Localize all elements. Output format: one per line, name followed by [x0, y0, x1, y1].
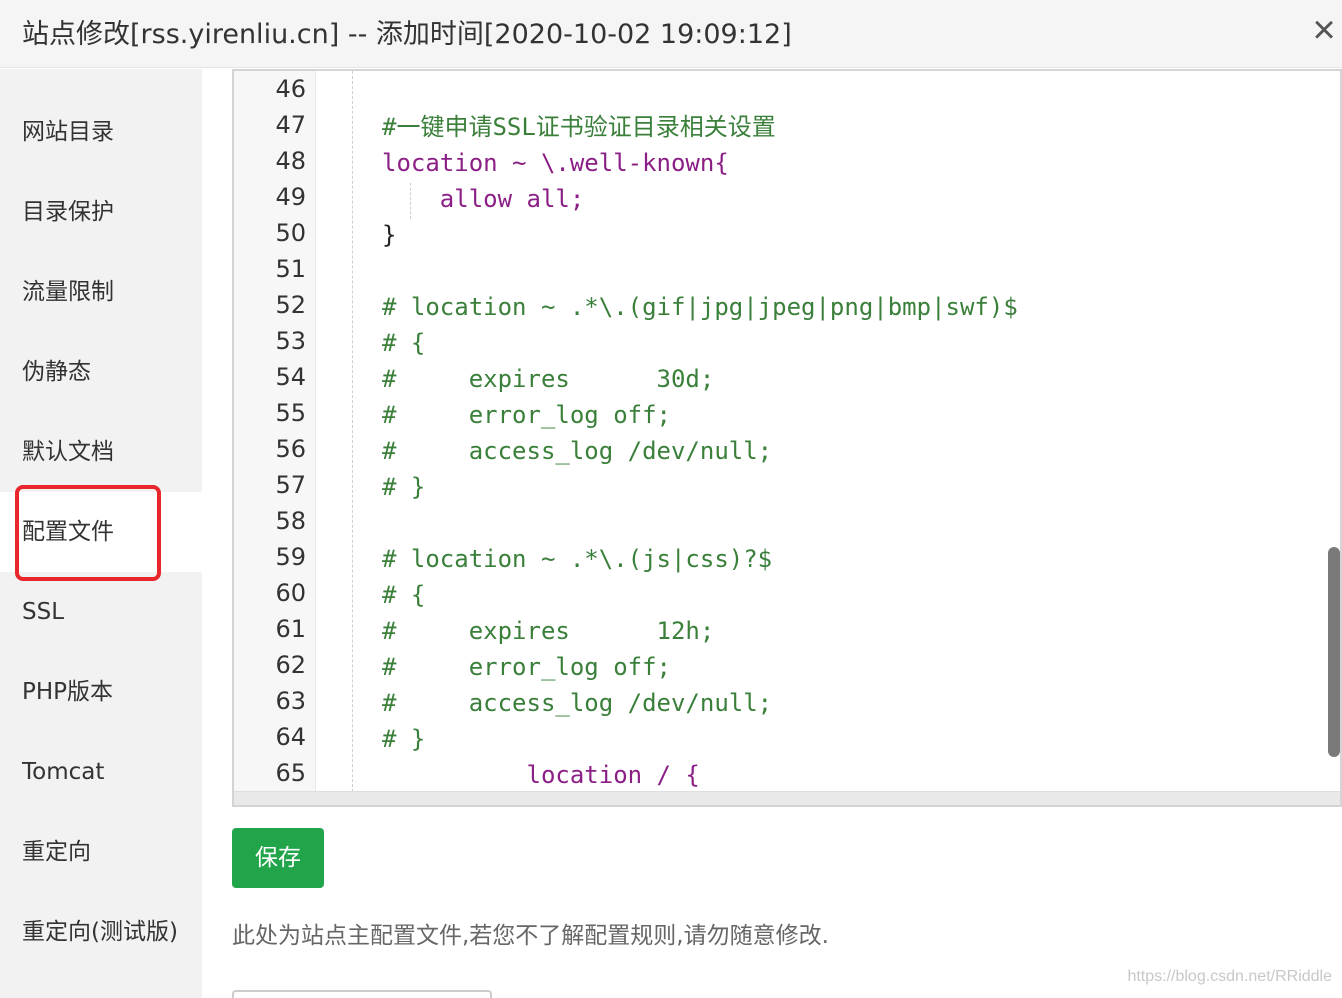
sidebar-item-redirect[interactable]: 重定向 [0, 812, 202, 892]
code-line: # { [382, 329, 426, 357]
code-line: # access_log /dev/null; [382, 689, 773, 717]
dialog-title: 站点修改[rss.yirenliu.cn] -- 添加时间[2020-10-02… [22, 19, 792, 50]
line-number: 62 [275, 651, 306, 679]
vertical-scrollbar-thumb[interactable] [1328, 547, 1340, 757]
sidebar-item-redirect-beta[interactable]: 重定向(测试版) [0, 892, 202, 972]
code-line: # access_log /dev/null; [382, 437, 773, 465]
code-line: # error_log off; [382, 401, 671, 429]
sidebar-item-ssl[interactable]: SSL [0, 572, 202, 652]
line-number: 52 [275, 291, 306, 319]
bottom-partial-box [232, 990, 492, 998]
code-line: allow all; [382, 185, 585, 213]
line-number: 63 [275, 687, 306, 715]
line-number: 58 [275, 507, 306, 535]
line-number: 55 [275, 399, 306, 427]
highlight-annotation [15, 485, 161, 581]
dialog-titlebar: 站点修改[rss.yirenliu.cn] -- 添加时间[2020-10-02… [0, 0, 1342, 68]
line-number: 65 [275, 759, 306, 787]
line-number: 59 [275, 543, 306, 571]
line-number: 64 [275, 723, 306, 751]
sidebar-item-php-version[interactable]: PHP版本 [0, 652, 202, 732]
close-icon[interactable]: × [1306, 8, 1342, 52]
code-line: # { [382, 581, 426, 609]
config-warning-text: 此处为站点主配置文件,若您不了解配置规则,请勿随意修改. [232, 923, 829, 949]
line-number: 48 [275, 147, 306, 175]
code-line: # location ~ .*\.(js|css)?$ [382, 545, 773, 573]
line-number: 51 [275, 255, 306, 283]
code-line: # } [382, 725, 426, 753]
code-line: # error_log off; [382, 653, 671, 681]
sidebar-item-default-document[interactable]: 默认文档 [0, 412, 202, 492]
watermark: https://blog.csdn.net/RRiddle [1127, 968, 1332, 985]
sidebar-item-tomcat[interactable]: Tomcat [0, 732, 202, 812]
line-number: 57 [275, 471, 306, 499]
indent-guide [352, 71, 353, 805]
line-number: 46 [275, 75, 306, 103]
save-button[interactable]: 保存 [232, 828, 324, 888]
code-line: location / { [382, 761, 700, 789]
code-line: # expires 30d; [382, 365, 715, 393]
line-number: 49 [275, 183, 306, 211]
code-line: # expires 12h; [382, 617, 715, 645]
config-code-editor[interactable]: 46 47 48 49 50 51 52 53 54 55 56 57 58 5… [232, 69, 1342, 807]
sidebar-item-traffic-limit[interactable]: 流量限制 [0, 252, 202, 332]
code-line: } [382, 221, 397, 249]
horizontal-scrollbar[interactable] [234, 791, 1340, 805]
code-line: #一键申请SSL证书验证目录相关设置 [382, 113, 776, 141]
sidebar-item-site-directory[interactable]: 网站目录 [0, 92, 202, 172]
line-number: 53 [275, 327, 306, 355]
code-line: location ~ \.well-known{ [382, 149, 729, 177]
line-number: 47 [275, 111, 306, 139]
line-number: 54 [275, 363, 306, 391]
line-number: 50 [275, 219, 306, 247]
line-number: 61 [275, 615, 306, 643]
code-line: # } [382, 473, 426, 501]
line-number: 60 [275, 579, 306, 607]
line-number: 56 [275, 435, 306, 463]
code-line: # location ~ .*\.(gif|jpg|jpeg|png|bmp|s… [382, 293, 1018, 321]
sidebar-item-directory-protection[interactable]: 目录保护 [0, 172, 202, 252]
sidebar-item-rewrite[interactable]: 伪静态 [0, 332, 202, 412]
